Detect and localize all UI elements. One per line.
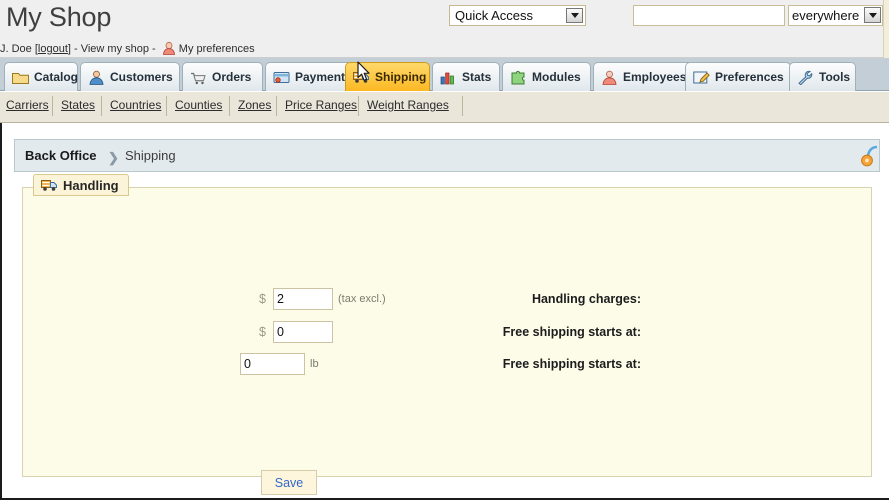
tab-customers[interactable]: Customers bbox=[80, 62, 180, 91]
user-info-line: J. Doe [logout] - View my shop - My pref… bbox=[0, 41, 255, 55]
breadcrumb-current: Shipping bbox=[125, 148, 176, 163]
tab-label: Stats bbox=[462, 70, 492, 84]
tab-label: Modules bbox=[532, 70, 581, 84]
subnav-item-zones[interactable]: Zones bbox=[238, 98, 271, 112]
cart-icon bbox=[190, 70, 207, 85]
tab-label: Orders bbox=[212, 70, 252, 84]
tab-label: Shipping bbox=[375, 70, 427, 84]
header-right-strip bbox=[883, 0, 889, 58]
sub-navigation-bar: Carriers States Countries Counties Zones Pric… bbox=[0, 92, 889, 123]
user-middle-text: ] - View my shop - bbox=[67, 43, 159, 55]
my-preferences-link[interactable]: My preferences bbox=[179, 43, 255, 55]
handling-charges-label: Handling charges: bbox=[531, 292, 641, 306]
tab-modules[interactable]: Modules bbox=[502, 62, 591, 91]
tab-tools[interactable]: Tools bbox=[789, 62, 856, 91]
help-key-icon[interactable] bbox=[857, 144, 879, 170]
handling-charges-note: (tax excl.) bbox=[338, 293, 386, 305]
tab-label: Preferences bbox=[715, 70, 784, 84]
handling-fieldset: Handling Handling charges: $ (tax excl.) Fr… bbox=[22, 174, 873, 495]
free-shipping-weight-input[interactable] bbox=[240, 353, 305, 375]
tab-catalog[interactable]: Catalog bbox=[4, 62, 78, 91]
subnav-separator bbox=[276, 96, 277, 116]
logout-link[interactable]: logout bbox=[38, 43, 68, 55]
handling-legend[interactable]: Handling bbox=[33, 174, 129, 196]
search-input[interactable] bbox=[633, 5, 785, 26]
tab-shipping[interactable]: Shipping bbox=[345, 62, 430, 91]
form-row-free-shipping-weight: Free shipping starts at: lb bbox=[23, 353, 873, 381]
chart-icon bbox=[440, 70, 457, 85]
tab-preferences[interactable]: Preferences bbox=[685, 62, 791, 91]
page-header: My Shop J. Doe [logout] - View my shop -… bbox=[0, 0, 889, 58]
tab-stats[interactable]: Stats bbox=[432, 62, 500, 91]
page-body: Back Office ❯ Shipping Handling Handling… bbox=[0, 123, 889, 500]
employee-icon bbox=[601, 70, 618, 85]
chevron-down-icon[interactable] bbox=[566, 8, 583, 23]
breadcrumb: Back Office ❯ Shipping bbox=[14, 139, 880, 172]
wrench-icon bbox=[797, 70, 814, 85]
folder-icon bbox=[12, 70, 29, 85]
user-icon bbox=[161, 41, 177, 55]
admin-page: My Shop J. Doe [logout] - View my shop -… bbox=[0, 0, 889, 500]
subnav-separator bbox=[229, 96, 230, 116]
form-row-free-shipping-price: Free shipping starts at: $ bbox=[23, 321, 873, 349]
payment-icon bbox=[273, 70, 290, 85]
subnav-item-carriers[interactable]: Carriers bbox=[6, 98, 49, 112]
subnav-separator bbox=[166, 96, 167, 116]
tab-payment[interactable]: Payment bbox=[265, 62, 353, 91]
puzzle-icon bbox=[510, 70, 527, 85]
search-scope-label: everywhere bbox=[792, 8, 860, 23]
form-row-handling-charges: Handling charges: $ (tax excl.) bbox=[23, 288, 873, 316]
free-shipping-price-label: Free shipping starts at: bbox=[502, 325, 641, 339]
tab-orders[interactable]: Orders bbox=[182, 62, 263, 91]
tab-employees[interactable]: Employees bbox=[593, 62, 693, 91]
subnav-separator bbox=[462, 96, 463, 116]
quick-access-label: Quick Access bbox=[455, 8, 534, 23]
subnav-separator bbox=[358, 96, 359, 116]
save-button[interactable]: Save bbox=[261, 470, 317, 495]
chevron-down-icon[interactable] bbox=[864, 7, 881, 23]
free-shipping-price-input[interactable] bbox=[273, 321, 333, 343]
handling-charges-input[interactable] bbox=[273, 288, 333, 310]
tab-label: Employees bbox=[623, 70, 687, 84]
free-shipping-weight-label: Free shipping starts at: bbox=[502, 357, 641, 371]
free-shipping-price-currency-symbol: $ bbox=[259, 325, 266, 339]
quick-access-dropdown[interactable]: Quick Access bbox=[449, 5, 586, 26]
shop-title: My Shop bbox=[6, 2, 112, 32]
tab-label: Payment bbox=[295, 70, 346, 84]
subnav-item-weight-ranges[interactable]: Weight Ranges bbox=[367, 98, 449, 112]
chevron-right-icon: ❯ bbox=[108, 150, 119, 165]
tab-label: Catalog bbox=[34, 70, 79, 84]
main-tab-bar: Catalog Customers Orders Payment Shipping Sta… bbox=[0, 58, 889, 91]
subnav-separator bbox=[52, 96, 53, 116]
subnav-item-states[interactable]: States bbox=[61, 98, 95, 112]
subnav-item-price-ranges[interactable]: Price Ranges bbox=[285, 98, 357, 112]
tab-label: Tools bbox=[819, 70, 851, 84]
truck-icon bbox=[353, 70, 370, 85]
user-name-prefix: J. Doe [ bbox=[0, 43, 38, 55]
breadcrumb-root[interactable]: Back Office bbox=[25, 148, 97, 163]
pencil-icon bbox=[693, 70, 710, 85]
subnav-item-counties[interactable]: Counties bbox=[175, 98, 222, 112]
subnav-item-countries[interactable]: Countries bbox=[110, 98, 161, 112]
truck-icon bbox=[41, 178, 58, 192]
search-scope-dropdown[interactable]: everywhere bbox=[788, 5, 883, 26]
handling-charges-currency-symbol: $ bbox=[259, 292, 266, 306]
free-shipping-weight-note: lb bbox=[310, 358, 319, 370]
customer-icon bbox=[88, 70, 105, 85]
handling-legend-label: Handling bbox=[63, 177, 119, 193]
subnav-separator bbox=[101, 96, 102, 116]
tab-label: Customers bbox=[110, 70, 173, 84]
